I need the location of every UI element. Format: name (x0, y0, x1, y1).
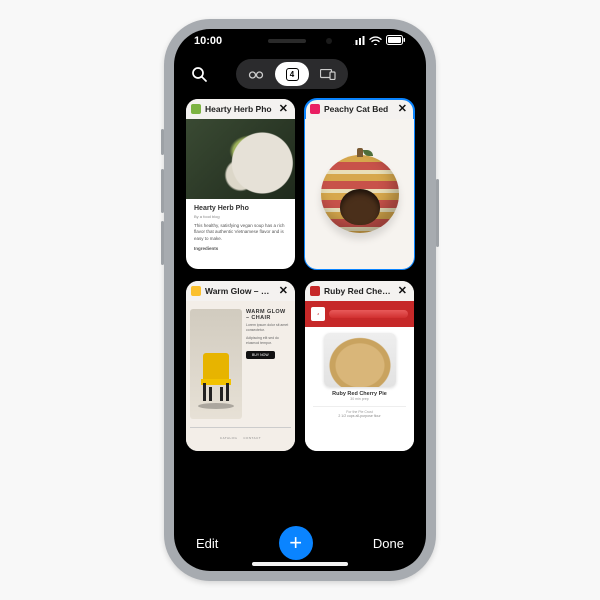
favicon (310, 286, 320, 296)
done-button[interactable]: Done (373, 536, 404, 551)
tab-card-pie[interactable]: Ruby Red Cherry ✕ J Ruby Red Cherry Pie … (305, 281, 414, 451)
product-heading: WARM GLOW – CHAIR (246, 309, 291, 321)
tabs-mode-button[interactable]: 4 (275, 62, 309, 86)
screen: 10:00 4 (174, 29, 426, 571)
recipe-heading: Hearty Herb Pho (194, 205, 287, 212)
tab-header: Hearty Herb Pho ✕ (186, 99, 295, 119)
close-tab-button[interactable]: ✕ (277, 104, 290, 115)
tab-header: Peachy Cat Bed ✕ (305, 99, 414, 119)
front-camera (326, 38, 332, 44)
banner-bar (329, 310, 408, 318)
recipe-desc: This healthy, satisfying vegan soup has … (194, 223, 287, 242)
notch (245, 29, 355, 53)
incognito-icon (248, 69, 264, 79)
devices-icon (320, 69, 336, 80)
buy-button: BUY NOW (246, 351, 275, 359)
close-tab-button[interactable]: ✕ (396, 104, 409, 115)
clock: 10:00 (194, 35, 222, 48)
new-tab-button[interactable]: + (279, 526, 313, 560)
product-image (321, 155, 399, 233)
tab-preview: J Ruby Red Cherry Pie 30 min prep For th… (305, 301, 414, 451)
speaker (268, 39, 306, 43)
favicon (191, 286, 201, 296)
tab-preview (305, 119, 414, 269)
volume-down-button (161, 221, 164, 265)
site-logo: J (311, 307, 325, 321)
tab-count: 4 (286, 68, 299, 81)
tab-header: Warm Glow – Cha ✕ (186, 281, 295, 301)
tab-card-chair[interactable]: Warm Glow – Cha ✕ WARM GLOW – CHAIR (186, 281, 295, 451)
tab-card-catbed[interactable]: Peachy Cat Bed ✕ (305, 99, 414, 269)
recipe-sub: 30 min prep (350, 397, 368, 401)
tab-preview: Hearty Herb Pho By a food blog This heal… (186, 119, 295, 269)
tab-title: Ruby Red Cherry (324, 286, 392, 296)
tab-card-pho[interactable]: Hearty Herb Pho ✕ Hearty Herb Pho By a f… (186, 99, 295, 269)
tab-title: Peachy Cat Bed (324, 104, 392, 114)
product-desc: Adipiscing elit sed do eiusmod tempor. (246, 336, 291, 346)
product-desc: Lorem ipsum dolor sit amet consectetur. (246, 323, 291, 333)
devices-mode-button[interactable] (311, 62, 345, 86)
recipe-photo (324, 333, 396, 387)
side-button (161, 129, 164, 155)
search-button[interactable] (186, 61, 212, 87)
tab-preview: WARM GLOW – CHAIR Lorem ipsum dolor sit … (186, 301, 295, 451)
battery-icon (386, 35, 406, 48)
recipe-section: Ingredients (194, 246, 287, 252)
plus-icon: + (289, 532, 302, 554)
recipe-byline: By a food blog (194, 214, 287, 219)
close-tab-button[interactable]: ✕ (277, 286, 290, 297)
tab-title: Warm Glow – Cha (205, 286, 273, 296)
search-icon (191, 66, 207, 82)
private-mode-button[interactable] (239, 62, 273, 86)
wifi-icon (369, 36, 382, 48)
favicon (191, 104, 201, 114)
phone-device: 10:00 4 (164, 19, 436, 581)
tab-mode-switch: 4 (236, 59, 348, 89)
close-tab-button[interactable]: ✕ (396, 286, 409, 297)
power-button (436, 179, 439, 247)
home-indicator[interactable] (252, 562, 348, 566)
page-footer: CATALOG CONTACT (190, 427, 291, 447)
tab-header: Ruby Red Cherry ✕ (305, 281, 414, 301)
tabs-grid: Hearty Herb Pho ✕ Hearty Herb Pho By a f… (174, 89, 426, 523)
product-photo (190, 309, 242, 419)
recipe-photo (186, 119, 295, 199)
favicon (310, 104, 320, 114)
volume-up-button (161, 169, 164, 213)
recipe-line: 2 1/2 cups all-purpose flour (338, 414, 380, 418)
tab-title: Hearty Herb Pho (205, 104, 273, 114)
edit-button[interactable]: Edit (196, 536, 218, 551)
site-banner: J (305, 301, 414, 327)
